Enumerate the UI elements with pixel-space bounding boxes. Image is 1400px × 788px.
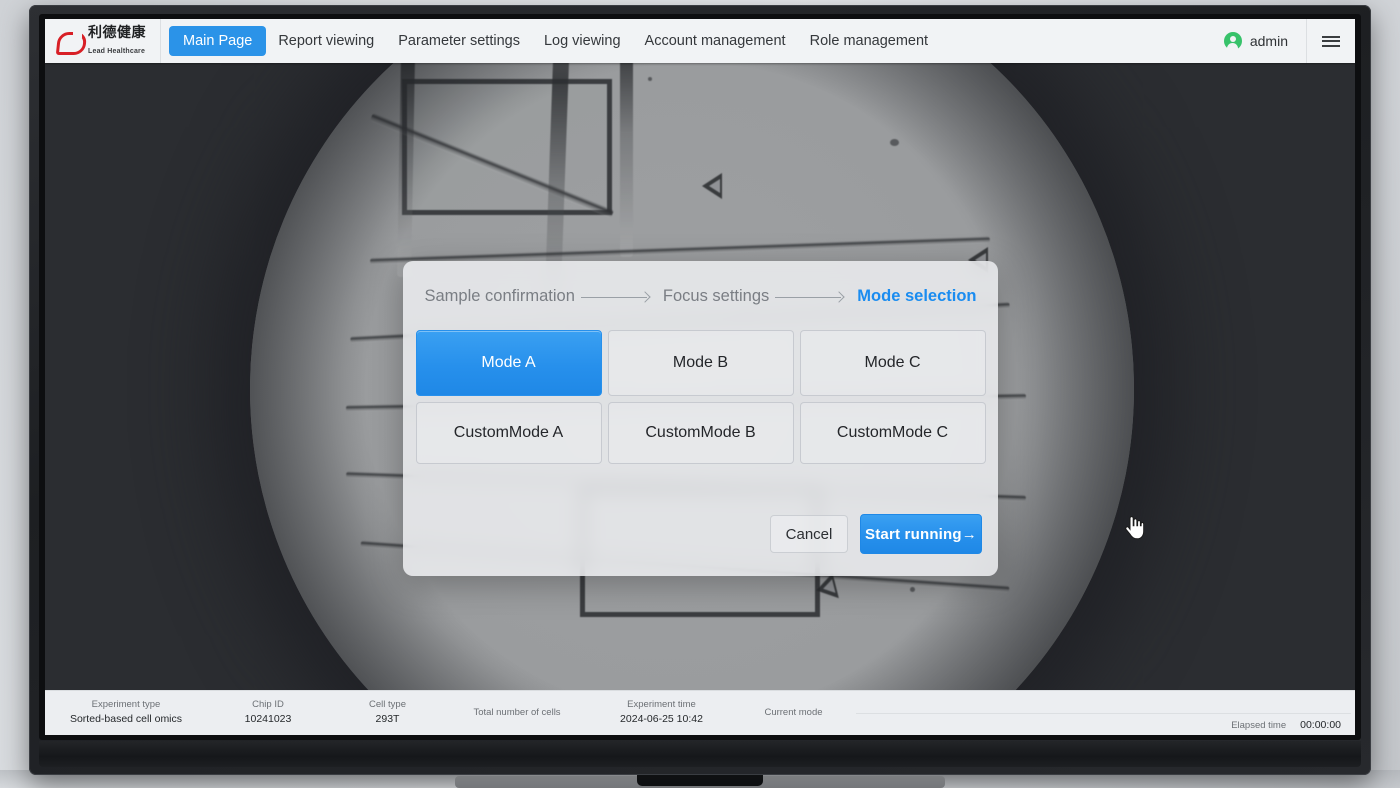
monitor-chin [39,741,1361,767]
mode-option-c[interactable]: Mode C [799,330,986,396]
cancel-button[interactable]: Cancel [770,515,848,553]
step-arrow-icon-2 [775,292,851,302]
nav-tab-account-management[interactable]: Account management [633,19,798,63]
username-label: admin [1249,33,1288,49]
status-total-cells: Total number of cells [446,691,588,735]
mode-grid: Mode A Mode B Mode C CustomMode A Custom… [403,330,998,464]
status-label: Total number of cells [473,706,561,718]
step-focus-settings[interactable]: Focus settings [663,287,769,306]
mode-option-custom-a[interactable]: CustomMode A [415,402,602,464]
nav-tab-role-management[interactable]: Role management [798,19,941,63]
nav-tab-report-viewing[interactable]: Report viewing [266,19,386,63]
status-cell-type: Cell type 293T [329,691,446,735]
elapsed-time-label: Elapsed time [1231,719,1287,731]
status-value: 2024-06-25 10:42 [620,713,703,726]
brand-name-cn: 利德健康 [88,24,146,40]
company-logo-icon [55,29,88,55]
status-value: 10241023 [244,713,292,726]
dialog-actions: Cancel Start running→ [770,514,982,554]
mode-option-a[interactable]: Mode A [415,330,602,396]
screenshot-root: 利德健康 Lead Healthcare Main Page Report vi… [0,0,1400,788]
status-label: Chip ID [252,699,284,710]
step-arrow-icon-1 [580,292,657,302]
status-bar: Experiment type Sorted-based cell omics … [45,690,1355,735]
progress-track: Elapsed time 00:00:00 [852,691,1355,735]
nav-tab-main-page[interactable]: Main Page [169,26,267,56]
brand-logo: 利德健康 Lead Healthcare [45,19,161,63]
user-avatar-icon [1223,32,1242,50]
nav-items: Main Page Report viewing Parameter setti… [161,19,1216,63]
nav-tab-log-viewing[interactable]: Log viewing [532,19,633,63]
monitor-frame: 利德健康 Lead Healthcare Main Page Report vi… [29,5,1371,775]
wizard-stepper: Sample confirmation Focus settings Mode … [403,261,998,306]
status-experiment-time: Experiment time 2024-06-25 10:42 [588,691,735,735]
mode-selection-dialog: Sample confirmation Focus settings Mode … [403,261,998,576]
status-experiment-type: Experiment type Sorted-based cell omics [45,691,207,735]
status-label: Experiment type [91,699,161,710]
mode-option-custom-c[interactable]: CustomMode C [799,402,986,464]
elapsed-time-value: 00:00:00 [1300,719,1341,731]
hamburger-menu-icon[interactable] [1307,33,1355,49]
elapsed-time: Elapsed time 00:00:00 [1231,719,1355,735]
status-value: 293T [375,713,400,726]
nav-tab-parameter-settings[interactable]: Parameter settings [386,19,532,63]
top-navigation-bar: 利德健康 Lead Healthcare Main Page Report vi… [45,19,1355,63]
status-current-mode: Current mode [735,691,852,735]
step-mode-selection[interactable]: Mode selection [857,287,976,306]
status-chip-id: Chip ID 10241023 [207,691,329,735]
status-label: Experiment time [627,699,696,710]
brand-name-en: Lead Healthcare [88,48,146,55]
status-label: Cell type [369,699,406,710]
step-sample-confirmation[interactable]: Sample confirmation [425,287,575,306]
status-label: Current mode [764,706,823,718]
screen-content: 利德健康 Lead Healthcare Main Page Report vi… [45,19,1355,735]
mode-option-b[interactable]: Mode B [607,330,794,396]
start-running-button[interactable]: Start running→ [860,514,982,554]
status-value: Sorted-based cell omics [69,713,183,726]
mode-option-custom-b[interactable]: CustomMode B [607,402,794,464]
nav-right-section: admin [1216,19,1355,63]
user-menu[interactable]: admin [1216,19,1307,63]
